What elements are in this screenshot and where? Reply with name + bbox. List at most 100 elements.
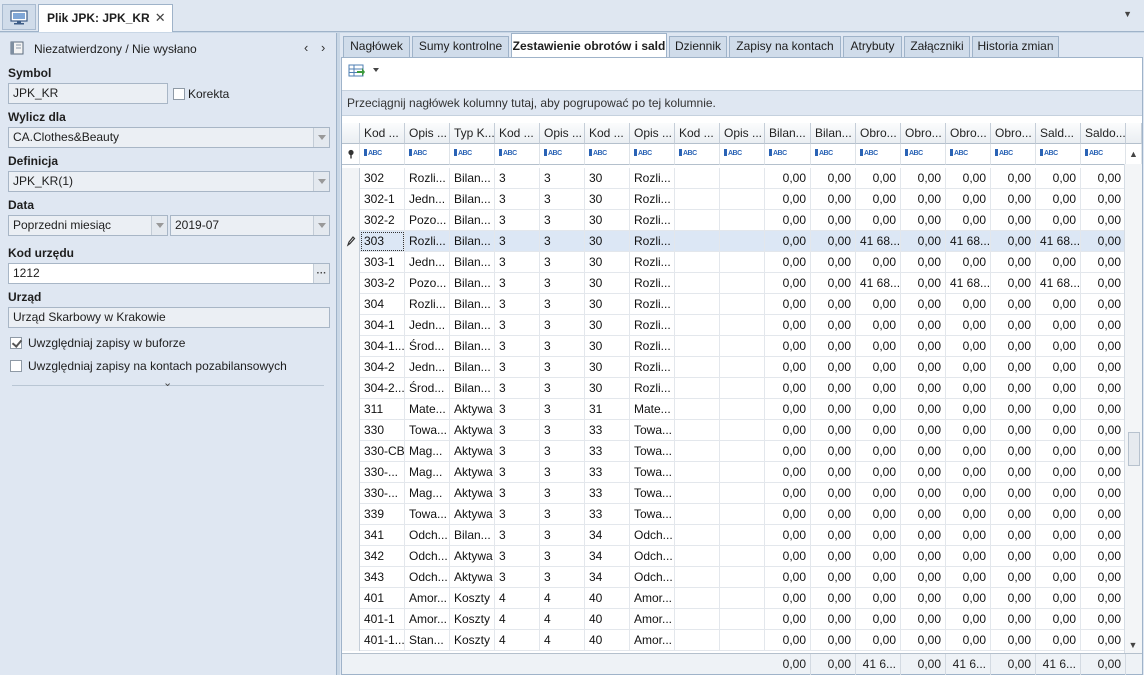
table-cell[interactable] [675,546,720,567]
table-cell[interactable]: 0,00 [1081,231,1126,252]
table-cell[interactable]: 40 [585,588,630,609]
table-cell[interactable]: 41 68... [1036,273,1081,294]
table-cell[interactable]: 3 [495,378,540,399]
include-offbalance-checkbox[interactable] [10,360,22,372]
table-cell[interactable]: 0,00 [901,231,946,252]
table-cell[interactable]: Odch... [405,567,450,588]
table-row[interactable]: 330-CB Mag... Aktywa 3 3 33 Towa... 0,00 0,00 0,0… [360,441,1126,462]
table-cell[interactable]: 0,00 [901,168,946,189]
table-cell[interactable]: 0,00 [765,168,811,189]
column-header[interactable]: Bilan... [765,123,811,144]
table-cell[interactable] [720,315,765,336]
table-cell[interactable]: 3 [495,231,540,252]
column-filter-cell[interactable]: ABC [540,144,585,165]
table-cell[interactable] [720,252,765,273]
table-cell[interactable]: Towa... [630,483,675,504]
column-header[interactable]: Kod ... [495,123,540,144]
table-cell[interactable]: Mate... [405,399,450,420]
table-cell[interactable]: 0,00 [1081,504,1126,525]
table-cell[interactable]: Rozli... [630,168,675,189]
table-cell[interactable]: 30 [585,315,630,336]
table-cell[interactable]: 0,00 [991,168,1036,189]
table-cell[interactable]: 0,00 [946,357,991,378]
column-filter-cell[interactable]: ABC [901,144,946,165]
table-cell[interactable] [675,210,720,231]
table-cell[interactable] [675,441,720,462]
table-cell[interactable]: 302 [360,168,405,189]
scroll-thumb[interactable] [1128,432,1140,466]
home-button[interactable] [2,4,36,30]
table-cell[interactable]: 330-... [360,462,405,483]
table-cell[interactable]: 0,00 [901,378,946,399]
tab-atrybuty[interactable]: Atrybuty [843,36,902,57]
table-cell[interactable]: 0,00 [1081,630,1126,651]
table-cell[interactable] [720,420,765,441]
row-indicator[interactable] [342,294,360,315]
table-cell[interactable]: 0,00 [1036,525,1081,546]
table-cell[interactable]: 0,00 [946,462,991,483]
table-cell[interactable] [675,588,720,609]
table-cell[interactable]: 0,00 [765,441,811,462]
table-cell[interactable] [720,525,765,546]
table-cell[interactable]: Rozli... [405,294,450,315]
table-cell[interactable]: 0,00 [946,294,991,315]
table-cell[interactable] [675,420,720,441]
table-cell[interactable]: 0,00 [811,315,856,336]
table-cell[interactable]: 3 [540,567,585,588]
table-cell[interactable] [720,294,765,315]
column-filter-cell[interactable]: ABC [811,144,856,165]
table-cell[interactable]: 0,00 [946,588,991,609]
table-row[interactable]: 304-2 Jedn... Bilan... 3 3 30 Rozli... 0,00 0,00… [360,357,1126,378]
table-cell[interactable]: 0,00 [1036,567,1081,588]
table-cell[interactable]: 3 [495,357,540,378]
table-cell[interactable]: 3 [540,168,585,189]
table-cell[interactable]: 341 [360,525,405,546]
table-cell[interactable]: 0,00 [765,567,811,588]
table-cell[interactable]: Amor... [630,609,675,630]
table-cell[interactable]: 0,00 [901,210,946,231]
table-cell[interactable]: 0,00 [1036,609,1081,630]
table-cell[interactable]: 0,00 [856,336,901,357]
table-cell[interactable]: 0,00 [901,462,946,483]
row-indicator[interactable] [342,252,360,273]
table-cell[interactable]: 3 [495,294,540,315]
table-cell[interactable]: 0,00 [765,336,811,357]
table-cell[interactable]: Rozli... [630,315,675,336]
table-cell[interactable]: Amor... [405,609,450,630]
table-cell[interactable]: 34 [585,567,630,588]
table-cell[interactable]: Rozli... [630,273,675,294]
row-indicator[interactable] [342,168,360,189]
table-row[interactable]: 401 Amor... Koszty 4 4 40 Amor... 0,00 0,00 0,00 0… [360,588,1126,609]
table-cell[interactable] [720,630,765,651]
scroll-down-icon[interactable]: ▼ [1124,637,1142,653]
table-cell[interactable]: 3 [540,378,585,399]
table-cell[interactable]: 343 [360,567,405,588]
table-cell[interactable]: 0,00 [856,546,901,567]
table-cell[interactable]: 30 [585,357,630,378]
table-cell[interactable]: 3 [495,273,540,294]
table-cell[interactable]: 0,00 [765,504,811,525]
row-indicator[interactable] [342,483,360,504]
table-cell[interactable]: 0,00 [901,567,946,588]
column-filter-cell[interactable]: ABC [405,144,450,165]
table-cell[interactable]: Bilan... [450,336,495,357]
table-cell[interactable]: 0,00 [1081,294,1126,315]
table-cell[interactable]: 303-2 [360,273,405,294]
table-cell[interactable]: Koszty [450,609,495,630]
table-cell[interactable]: 304-1... [360,336,405,357]
table-cell[interactable]: Rozli... [630,210,675,231]
table-cell[interactable]: 0,00 [765,357,811,378]
table-cell[interactable]: 0,00 [991,588,1036,609]
table-cell[interactable]: 0,00 [765,315,811,336]
table-cell[interactable]: 0,00 [1036,546,1081,567]
table-cell[interactable]: 0,00 [901,483,946,504]
table-cell[interactable]: 4 [495,609,540,630]
table-cell[interactable]: Bilan... [450,168,495,189]
table-cell[interactable]: 0,00 [1081,399,1126,420]
table-cell[interactable] [720,189,765,210]
table-cell[interactable]: 311 [360,399,405,420]
table-cell[interactable]: 0,00 [946,441,991,462]
table-cell[interactable]: Aktywa [450,504,495,525]
table-cell[interactable]: 0,00 [1081,609,1126,630]
table-cell[interactable]: 0,00 [765,294,811,315]
